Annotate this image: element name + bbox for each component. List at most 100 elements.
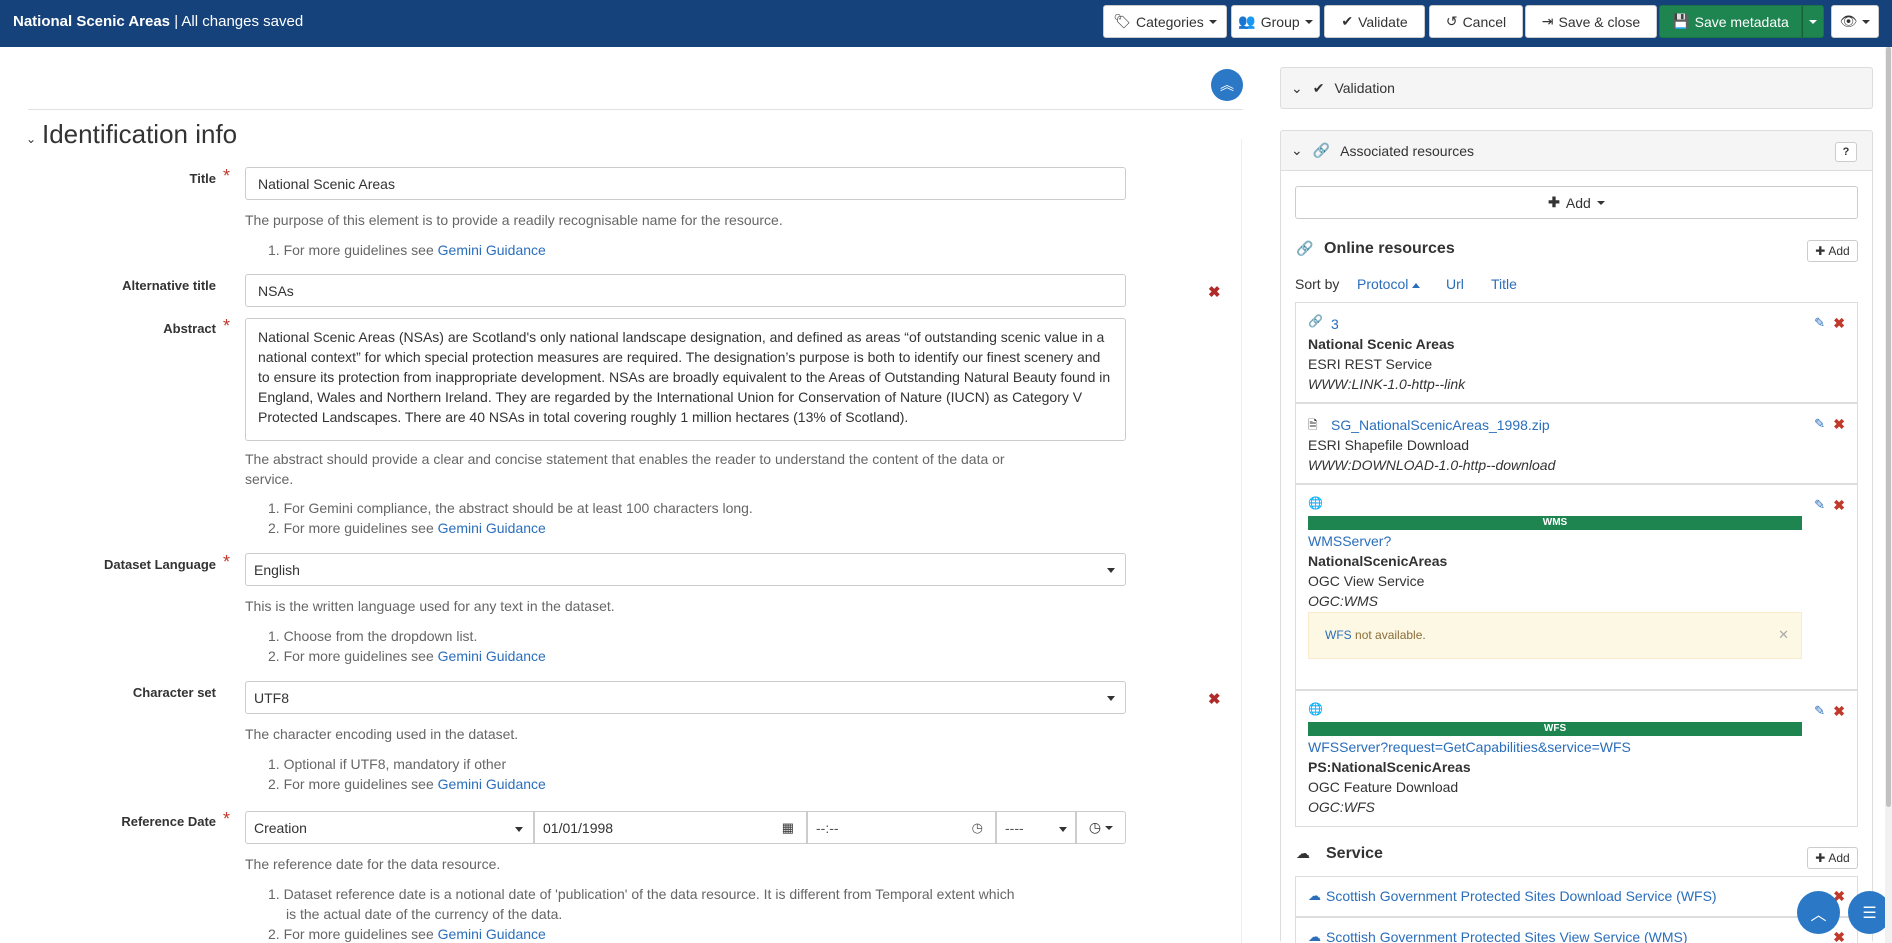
close-icon[interactable]: ✕ [1778, 627, 1789, 643]
save-options-toggle[interactable] [1802, 5, 1824, 38]
title-help: The purpose of this element is to provid… [245, 212, 783, 228]
chevron-down-icon: ⌄ [1291, 142, 1303, 158]
warning-alert: WFS not available. ✕ [1308, 612, 1802, 659]
abstract-guide-2: 2. For more guidelines see Gemini Guidan… [268, 518, 546, 538]
service-link[interactable]: Scottish Government Protected Sites Down… [1326, 888, 1717, 904]
document-title: National Scenic Areas | All changes save… [13, 13, 303, 30]
remove-icon[interactable]: ✖ [1208, 690, 1221, 708]
language-select[interactable]: English [245, 553, 1126, 586]
alert-text: not available. [1355, 628, 1426, 642]
alt-title-input[interactable]: NSAs [245, 274, 1126, 307]
caret-down-icon [1107, 695, 1115, 701]
service-link[interactable]: Scottish Government Protected Sites View… [1326, 929, 1688, 943]
resource-link[interactable]: SG_NationalScenicAreas_1998.zip [1331, 417, 1550, 433]
pencil-icon[interactable]: ✎ [1814, 315, 1825, 331]
save-metadata-button[interactable]: 💾 Save metadata [1659, 5, 1802, 38]
scrollbar-thumb[interactable] [1886, 47, 1891, 807]
resource-link[interactable]: WFSServer?request=GetCapabilities&servic… [1308, 739, 1631, 755]
divider [28, 109, 1243, 110]
delete-icon[interactable]: ✖ [1833, 315, 1845, 332]
online-resource-item: 🌐 WMS WMSServer? NationalScenicAreas OGC… [1295, 484, 1858, 690]
undo-icon: ↺ [1445, 13, 1458, 29]
delete-icon[interactable]: ✖ [1833, 416, 1845, 433]
charset-select[interactable]: UTF8 [245, 681, 1126, 714]
plus-icon: ✚ [1548, 194, 1560, 210]
validation-header[interactable]: ⌄ ✔ Validation [1281, 68, 1872, 108]
sort-asc-icon [1412, 282, 1421, 288]
gemini-guidance-link[interactable]: Gemini Guidance [438, 242, 546, 258]
resource-protocol: OGC:WMS [1308, 593, 1378, 609]
pencil-icon[interactable]: ✎ [1814, 497, 1825, 513]
delete-icon[interactable]: ✖ [1833, 929, 1845, 943]
required-marker: * [223, 552, 231, 572]
gemini-guidance-link[interactable]: Gemini Guidance [438, 926, 546, 942]
gemini-guidance-link[interactable]: Gemini Guidance [438, 776, 546, 792]
chevron-up-icon: ︿ [1810, 906, 1827, 924]
ref-date-guide-1a: 1. Dataset reference date is a notional … [268, 886, 1015, 902]
delete-icon[interactable]: ✖ [1833, 497, 1845, 514]
charset-guide-1: 1. Optional if UTF8, mandatory if other [268, 756, 507, 772]
link-icon: 🔗 [1312, 142, 1331, 158]
resource-name: National Scenic Areas [1308, 336, 1455, 352]
time-input[interactable]: --:-- ◷ [807, 811, 996, 844]
chevron-down-icon[interactable]: ⌄ [26, 132, 36, 146]
timezone-select[interactable]: ---- [996, 811, 1076, 844]
alert-link[interactable]: WFS [1325, 628, 1352, 642]
double-chevron-up-icon: ︽ [1220, 77, 1234, 93]
view-mode-button[interactable]: 👁 [1831, 5, 1879, 38]
help-icon[interactable]: ? [1835, 142, 1857, 162]
resource-description: OGC View Service [1308, 573, 1425, 589]
caret-down-icon [1596, 200, 1605, 205]
gemini-guidance-link[interactable]: Gemini Guidance [438, 520, 546, 536]
add-online-resource-button[interactable]: ✚ Add [1807, 240, 1858, 262]
associated-resources-header[interactable]: ⌄ 🔗 Associated resources [1281, 131, 1872, 171]
delete-icon[interactable]: ✖ [1833, 703, 1845, 720]
guide-text: 2. For more guidelines see [268, 926, 438, 942]
collapse-all-button[interactable]: ︽ [1211, 69, 1243, 101]
required-marker: * [223, 316, 231, 336]
language-guide-2: 2. For more guidelines see Gemini Guidan… [268, 646, 546, 666]
scroll-top-button[interactable]: ︿ [1797, 891, 1840, 934]
online-resources-title: Online resources [1324, 240, 1455, 257]
cancel-button[interactable]: ↺ Cancel [1429, 5, 1523, 38]
clock-icon: ◷ [1088, 819, 1102, 835]
sort-url-button[interactable]: Url [1446, 276, 1464, 292]
service-item: ☁ Scottish Government Protected Sites Vi… [1295, 917, 1858, 943]
group-label: Group [1260, 13, 1300, 30]
remove-icon[interactable]: ✖ [1208, 283, 1221, 301]
title-input[interactable]: National Scenic Areas [245, 167, 1126, 200]
add-label: Add [1828, 244, 1850, 258]
pencil-icon[interactable]: ✎ [1814, 416, 1825, 432]
abstract-help: The abstract should provide a clear and … [245, 451, 1005, 487]
resource-link[interactable]: WMSServer? [1308, 533, 1391, 549]
categories-button[interactable]: 🏷 Categories [1103, 5, 1227, 38]
charset-label: Character set [132, 685, 216, 700]
service-item: ☁ Scottish Government Protected Sites Do… [1295, 876, 1858, 917]
scrollbar[interactable] [1885, 47, 1892, 943]
date-options-button[interactable]: ◷ [1076, 811, 1126, 844]
caret-down-icon [1304, 19, 1313, 24]
guide-text: 2. For more guidelines see [268, 648, 438, 664]
group-button[interactable]: 👥 Group [1231, 5, 1320, 38]
add-service-button[interactable]: ✚ Add [1807, 847, 1858, 869]
resource-link[interactable]: 3 [1331, 316, 1339, 332]
sort-protocol-button[interactable]: Protocol [1357, 276, 1421, 292]
pencil-icon[interactable]: ✎ [1814, 703, 1825, 719]
section-title[interactable]: Identification info [42, 119, 237, 150]
abstract-textarea[interactable]: National Scenic Areas (NSAs) are Scotlan… [245, 318, 1126, 441]
sort-title-button[interactable]: Title [1491, 276, 1517, 292]
add-resource-button[interactable]: ✚ Add [1295, 186, 1858, 219]
caret-down-icon [1105, 825, 1114, 830]
save-close-button[interactable]: ⇥ Save & close [1525, 5, 1657, 38]
validate-button[interactable]: ✔ Validate [1324, 5, 1425, 38]
validate-label: Validate [1358, 13, 1408, 30]
required-marker: * [223, 166, 231, 186]
resource-description: OGC Feature Download [1308, 779, 1459, 795]
globe-icon: 🌐 [1308, 496, 1323, 510]
date-type-select[interactable]: Creation [245, 811, 534, 844]
service-title: Service [1326, 845, 1383, 862]
title-label: Title [189, 171, 217, 186]
gemini-guidance-link[interactable]: Gemini Guidance [438, 648, 546, 664]
date-input[interactable]: 01/01/1998 ▦ [534, 811, 807, 844]
protocol-badge: WMS [1308, 516, 1802, 530]
